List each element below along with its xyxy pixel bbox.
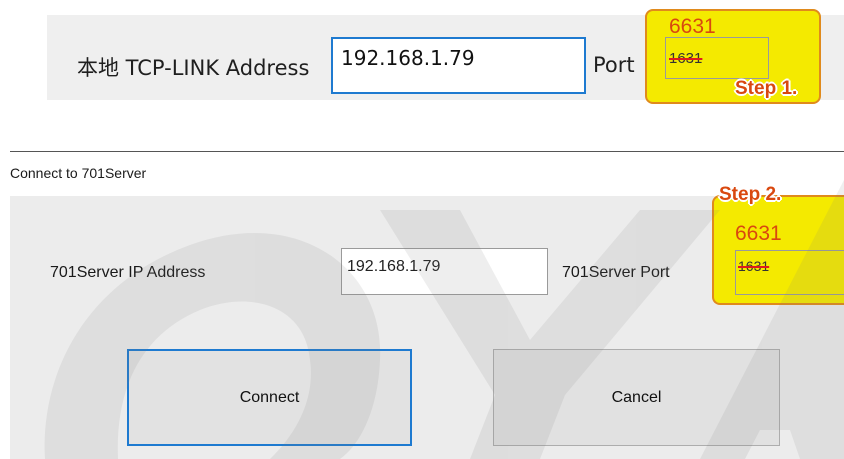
tcp-link-ip-input[interactable]: 192.168.1.79 — [331, 37, 586, 94]
connect-button-label: Connect — [239, 388, 300, 406]
dialog-title: Connect to 701Server — [10, 165, 147, 181]
server-ip-input[interactable]: 192.168.1.79 — [341, 248, 548, 295]
tcp-link-old-port: 1631 — [669, 50, 703, 67]
tcp-link-port-label: Port — [593, 53, 635, 77]
tcp-link-new-port: 6631 — [669, 15, 716, 38]
cancel-button-label: Cancel — [611, 388, 662, 406]
connect-button[interactable]: Connect — [127, 349, 412, 446]
step2-label: Step 2. — [719, 184, 782, 205]
server-old-port: 1631 — [738, 258, 770, 274]
step1-label: Step 1. — [735, 78, 798, 99]
cancel-button[interactable]: Cancel — [493, 349, 780, 446]
dialog-divider — [10, 151, 844, 152]
server-new-port: 6631 — [735, 222, 782, 245]
tcp-link-address-label: 本地 TCP-LINK Address — [77, 56, 310, 80]
server-ip-label: 701Server IP Address — [50, 264, 206, 281]
server-port-label: 701Server Port — [562, 264, 670, 281]
